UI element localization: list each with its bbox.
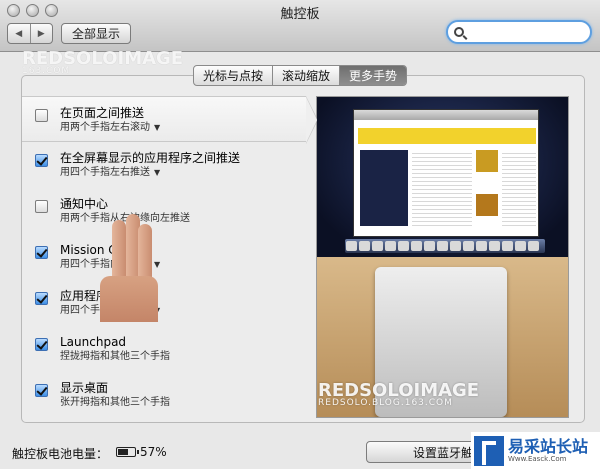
- preview-browser-window: [353, 109, 539, 237]
- preview-page-text: [412, 150, 472, 226]
- gesture-title: 在页面之间推送: [60, 106, 145, 120]
- battery-label: 触控板电池电量：: [12, 447, 109, 461]
- forward-button[interactable]: ▶: [29, 24, 53, 43]
- checkbox-launchpad[interactable]: [35, 338, 48, 351]
- logo-title: 易采站长站: [508, 436, 589, 456]
- gesture-title: 通知中心: [60, 197, 109, 211]
- preview-page-image: [360, 150, 408, 226]
- preview-screen: [317, 97, 568, 257]
- gesture-subtitle: 用两个手指从右边缘向左推送: [60, 213, 190, 224]
- checkbox-swipe-pages[interactable]: [35, 109, 48, 122]
- tab-point-click[interactable]: 光标与点按: [194, 66, 272, 85]
- gesture-title: 显示桌面: [60, 381, 109, 395]
- gesture-subtitle: 捏拢拇指和其他三个手指: [60, 351, 170, 362]
- gesture-item-swipe-pages[interactable]: 在页面之间推送 用两个手指左右滚动 ▼: [22, 96, 318, 144]
- tab-more-gestures[interactable]: 更多手势: [339, 66, 407, 85]
- gesture-item-app-expose[interactable]: 应用程序 Exposé 用四个手指向下推送▼: [22, 280, 306, 326]
- gesture-title: 在全屏幕显示的应用程序之间推送: [60, 151, 241, 165]
- gesture-title: Mission Control: [60, 243, 152, 257]
- show-all-button[interactable]: 全部显示: [61, 23, 131, 44]
- gesture-option[interactable]: 用四个手指向下推送▼: [60, 304, 306, 318]
- preview-dock: [345, 239, 545, 253]
- preview-page-thumb: [476, 194, 498, 216]
- gesture-list: 在页面之间推送 用两个手指左右滚动 ▼ 在全屏幕显示的应用程序之间推送 用四个手指…: [22, 96, 318, 418]
- gesture-subtitle: 用四个手指左右推送: [60, 167, 150, 178]
- gesture-item-show-desktop[interactable]: 显示桌面 张开拇指和其他三个手指: [22, 372, 306, 418]
- chevron-down-icon: ▼: [154, 123, 161, 132]
- preview-page-text: [502, 150, 536, 226]
- gesture-subtitle: 张开拇指和其他三个手指: [60, 397, 170, 408]
- preview-browser-toolbar: [354, 110, 538, 120]
- gesture-subtitle: 用两个手指左右滚动: [60, 122, 150, 133]
- hand-image: [100, 276, 158, 322]
- gesture-item-launchpad[interactable]: Launchpad 捏拢拇指和其他三个手指: [22, 326, 306, 372]
- gesture-item-mission-control[interactable]: Mission Control 用四个手指向上推送 ▼: [22, 234, 306, 280]
- gesture-item-notification-center[interactable]: 通知中心 用两个手指从右边缘向左推送: [22, 188, 306, 234]
- preview-page-thumb: [476, 150, 498, 172]
- toolbar: 触控板 ◀ ▶ 全部显示: [0, 0, 600, 52]
- watermark-large: REDSOLOIMAGE REDSOLO.BLOG.163.COM: [318, 380, 479, 408]
- gesture-preview-video: [316, 96, 569, 418]
- checkbox-app-expose[interactable]: [35, 292, 48, 305]
- back-button[interactable]: ◀: [8, 24, 30, 43]
- chevron-down-icon: ▼: [154, 168, 161, 177]
- chevron-down-icon: ▼: [154, 260, 161, 269]
- gesture-title: Launchpad: [60, 335, 127, 349]
- search-input[interactable]: [467, 25, 587, 39]
- search-field[interactable]: [446, 20, 592, 44]
- checkbox-notification-center[interactable]: [35, 200, 48, 213]
- tab-scroll-zoom[interactable]: 滚动缩放: [272, 66, 339, 85]
- logo-icon: [474, 435, 504, 466]
- site-logo: 易采站长站 Www.Easck.Com: [471, 432, 600, 469]
- gesture-option[interactable]: 用四个手指向上推送 ▼: [60, 258, 306, 272]
- gesture-title: 应用程序 Exposé: [60, 289, 155, 303]
- setup-bluetooth-trackpad-button[interactable]: 设置蓝牙触控板...: [366, 441, 476, 463]
- logo-url: Www.Easck.Com: [508, 454, 567, 463]
- search-icon: [454, 27, 464, 37]
- preview-page-header: [358, 128, 536, 144]
- watermark: REDSOLOIMAGE 163.COM: [22, 48, 183, 76]
- gesture-item-swipe-fullscreen-apps[interactable]: 在全屏幕显示的应用程序之间推送 用四个手指左右推送 ▼: [22, 142, 306, 188]
- nav-segment: ◀ ▶: [7, 23, 53, 44]
- gesture-option[interactable]: 用两个手指左右滚动 ▼: [60, 121, 306, 135]
- battery-level: 57%: [140, 445, 167, 459]
- gesture-option[interactable]: 用四个手指左右推送 ▼: [60, 166, 306, 180]
- checkbox-swipe-fullscreen-apps[interactable]: [35, 154, 48, 167]
- logo-text: 易采站长站 Www.Easck.Com: [508, 438, 588, 464]
- checkbox-mission-control[interactable]: [35, 246, 48, 259]
- tab-bar: 光标与点按 滚动缩放 更多手势: [193, 65, 408, 86]
- checkbox-show-desktop[interactable]: [35, 384, 48, 397]
- battery-icon: [116, 447, 139, 457]
